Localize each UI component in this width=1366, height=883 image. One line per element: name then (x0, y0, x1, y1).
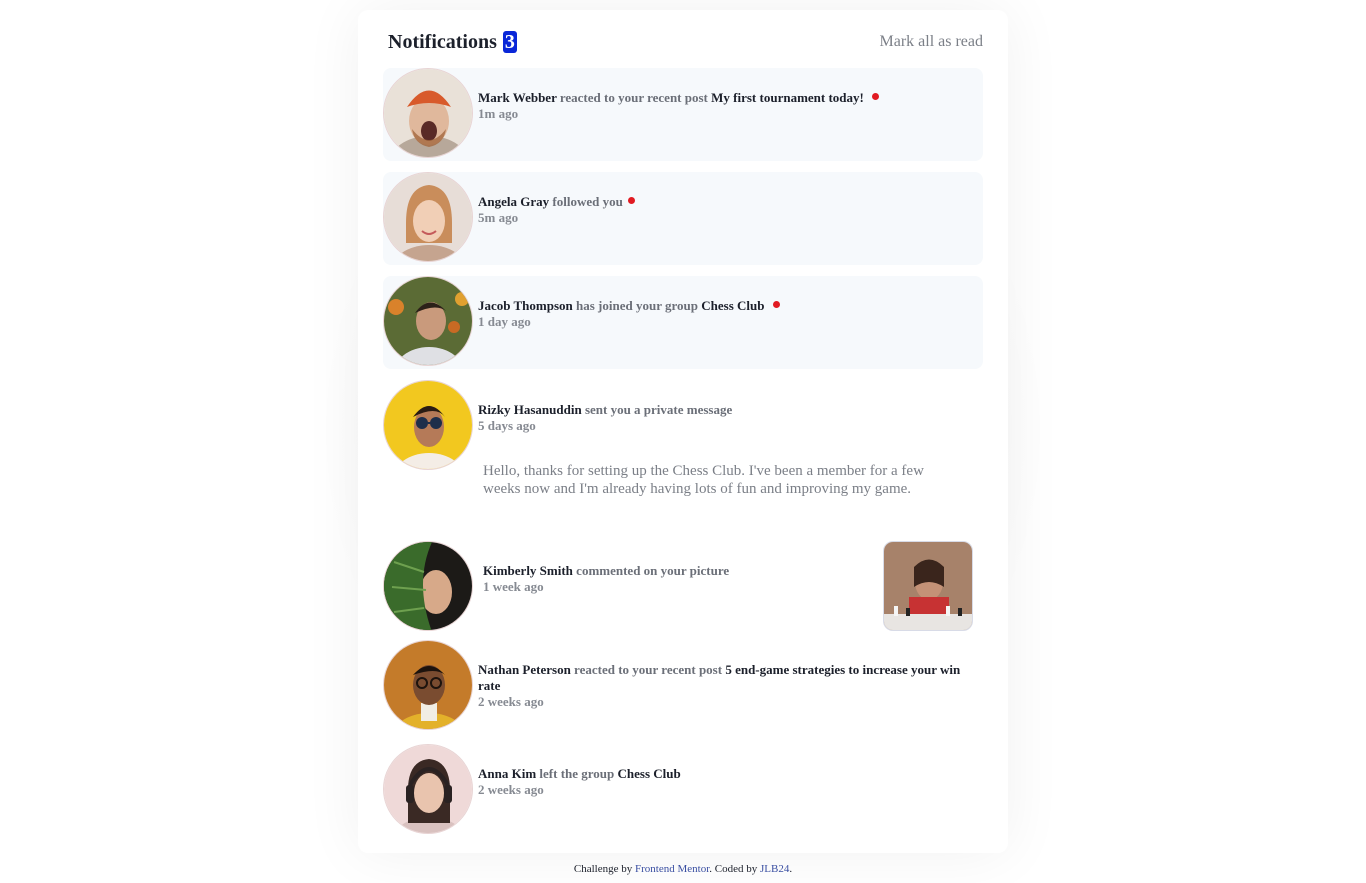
notification-item-mark-webber[interactable]: Mark Webber reacted to your recent post … (383, 68, 983, 161)
notification-text: Angela Gray followed you 5m ago (478, 194, 978, 226)
notification-action: has joined your group (576, 298, 698, 313)
notification-action: sent you a private message (584, 402, 733, 417)
notification-text: Nathan Peterson reacted to your recent p… (478, 662, 978, 710)
notification-action: reacted to your recent post (574, 662, 723, 677)
avatar-anna-kim (383, 744, 473, 834)
notification-time: 1 day ago (478, 314, 531, 329)
footer-prefix: Challenge by (573, 863, 633, 875)
notification-action: commented on your picture (576, 563, 730, 578)
user-name[interactable]: Kimberly Smith (483, 563, 573, 578)
user-name[interactable]: Jacob Thompson (478, 298, 573, 313)
mark-all-as-read-button[interactable]: Mark all as read (879, 32, 983, 52)
author-link[interactable]: JLB24 (760, 863, 789, 875)
notification-action: reacted to your recent post (559, 90, 708, 105)
avatar-jacob-thompson (383, 276, 473, 366)
page-title: Notifications 3 (388, 30, 517, 54)
notification-item-angela-gray[interactable]: Angela Gray followed you 5m ago (383, 172, 983, 265)
notification-item-rizky-hasanuddin[interactable]: Rizky Hasanuddin sent you a private mess… (383, 380, 983, 540)
user-name[interactable]: Mark Webber (478, 90, 557, 105)
notification-item-jacob-thompson[interactable]: Jacob Thompson has joined your group Che… (383, 276, 983, 369)
group-link[interactable]: Chess Club (701, 298, 764, 313)
notifications-card: Notifications 3 Mark all as read Mark Web… (358, 10, 1008, 853)
unread-dot-icon (872, 93, 880, 100)
notification-time: 5m ago (478, 210, 519, 225)
notification-time: 2 weeks ago (478, 782, 544, 797)
avatar-angela-gray (383, 172, 473, 262)
user-name[interactable]: Nathan Peterson (478, 662, 571, 677)
notification-time: 1m ago (478, 106, 519, 121)
unread-dot-icon (772, 301, 780, 308)
user-name[interactable]: Angela Gray (478, 194, 549, 209)
footer-middle: . Coded by (709, 863, 758, 875)
notification-time: 5 days ago (478, 418, 536, 433)
title-text: Notifications (388, 31, 497, 53)
notification-item-anna-kim[interactable]: Anna Kim left the group Chess Club 2 wee… (383, 744, 983, 837)
private-message-preview[interactable]: Hello, thanks for setting up the Chess C… (483, 462, 943, 498)
unread-dot-icon (627, 197, 635, 204)
avatar-kimberly-smith (383, 541, 473, 631)
unread-count-badge: 3 (502, 31, 517, 53)
notification-item-nathan-peterson[interactable]: Nathan Peterson reacted to your recent p… (383, 640, 983, 733)
frontend-mentor-link[interactable]: Frontend Mentor (635, 863, 709, 875)
notification-item-kimberly-smith[interactable]: Kimberly Smith commented on your picture… (383, 541, 983, 634)
post-link[interactable]: My first tournament today! (711, 90, 864, 105)
footer-suffix: . (789, 863, 793, 875)
avatar-nathan-peterson (383, 640, 473, 730)
user-name[interactable]: Anna Kim (478, 766, 536, 781)
notification-time: 1 week ago (483, 579, 544, 594)
avatar-rizky-hasanuddin (383, 380, 473, 470)
avatar-mark-webber (383, 68, 473, 158)
notification-text: Mark Webber reacted to your recent post … (478, 90, 978, 122)
notification-action: left the group (539, 766, 615, 781)
notification-text: Jacob Thompson has joined your group Che… (478, 298, 978, 330)
notification-text: Anna Kim left the group Chess Club 2 wee… (478, 766, 978, 798)
group-link[interactable]: Chess Club (618, 766, 681, 781)
notification-time: 2 weeks ago (478, 694, 544, 709)
commented-picture-thumbnail[interactable] (883, 541, 973, 631)
notification-text: Rizky Hasanuddin sent you a private mess… (478, 402, 978, 434)
notification-action: followed you (552, 194, 623, 209)
attribution-footer: Challenge by Frontend Mentor. Coded by J… (0, 862, 1366, 876)
notification-text: Kimberly Smith commented on your picture… (483, 563, 863, 595)
user-name[interactable]: Rizky Hasanuddin (478, 402, 582, 417)
notifications-header: Notifications 3 Mark all as read (388, 30, 983, 54)
